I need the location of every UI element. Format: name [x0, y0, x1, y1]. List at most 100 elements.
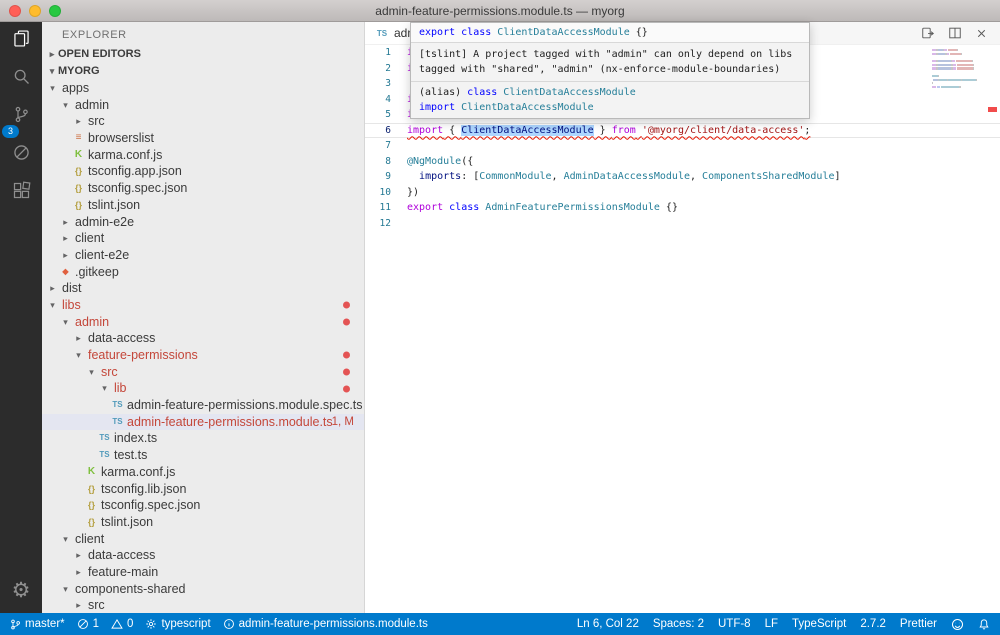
- code-token: import: [407, 125, 443, 136]
- status-notifications[interactable]: [978, 618, 990, 631]
- code-token: ;: [804, 125, 810, 136]
- activity-explorer-button[interactable]: [0, 22, 42, 60]
- activity-bar: 3 ⚙: [0, 22, 42, 613]
- tree-item-dist[interactable]: ▸dist: [42, 280, 364, 297]
- open-changes-icon[interactable]: [921, 26, 935, 40]
- status-git-branch[interactable]: master*: [10, 618, 65, 631]
- status-encoding[interactable]: UTF-8: [718, 618, 751, 630]
- tree-item-karma.conf.js[interactable]: Kkarma.conf.js: [42, 147, 364, 164]
- tree-item-label: dist: [59, 280, 81, 297]
- ts-file-icon: TS: [111, 414, 124, 431]
- activity-extensions-button[interactable]: [0, 174, 42, 212]
- line-number: 8: [365, 154, 407, 170]
- tree-item-data-access[interactable]: ▸data-access: [42, 330, 364, 347]
- project-section[interactable]: ▾ MYORG: [42, 63, 364, 80]
- tree-item-browserslist[interactable]: ≡browserslist: [42, 130, 364, 147]
- tree-item-admin[interactable]: ▾admin: [42, 314, 364, 331]
- minimap[interactable]: [932, 49, 986, 93]
- activity-debug-button[interactable]: [0, 136, 42, 174]
- code-line-12[interactable]: 12: [365, 216, 1000, 232]
- code-token: ClientDataAccessModule: [503, 87, 635, 98]
- tree-item-tsconfig.spec.json[interactable]: {}tsconfig.spec.json: [42, 497, 364, 514]
- status-eol[interactable]: LF: [765, 618, 778, 630]
- code-token: ClientDataAccessModule: [497, 27, 629, 38]
- code-line-6[interactable]: 6import { ClientDataAccessModule } from …: [365, 123, 1000, 139]
- tree-item-tslint.json[interactable]: {}tslint.json: [42, 514, 364, 531]
- ts-file-icon: TS: [98, 430, 111, 447]
- tree-item-label: components-shared: [72, 581, 185, 598]
- status-cursor-position[interactable]: Ln 6, Col 22: [577, 618, 639, 630]
- tree-item-.gitkeep[interactable]: ◆.gitkeep: [42, 264, 364, 281]
- split-editor-icon[interactable]: [948, 26, 962, 40]
- code-line-8[interactable]: 8@NgModule({: [365, 154, 1000, 170]
- tree-item-src[interactable]: ▾src: [42, 364, 364, 381]
- status-active-file-info[interactable]: admin-feature-permissions.module.ts: [223, 618, 428, 630]
- code-line-7[interactable]: 7: [365, 138, 1000, 154]
- tree-item-lib[interactable]: ▾lib: [42, 380, 364, 397]
- tree-item-libs[interactable]: ▾libs: [42, 297, 364, 314]
- minimap-line: [932, 56, 986, 58]
- tree-item-src[interactable]: ▸src: [42, 113, 364, 130]
- tree-item-components-shared[interactable]: ▾components-shared: [42, 581, 364, 598]
- tree-item-admin[interactable]: ▾admin: [42, 97, 364, 114]
- tree-item-label: admin-e2e: [72, 214, 134, 231]
- code-token: {: [443, 125, 461, 136]
- tree-item-admin-e2e[interactable]: ▸admin-e2e: [42, 214, 364, 231]
- tree-item-client[interactable]: ▸client: [42, 230, 364, 247]
- status-indentation[interactable]: Spaces: 2: [653, 618, 704, 630]
- vscode-window: admin-feature-permissions.module.ts — my…: [0, 0, 1000, 635]
- tree-item-feature-permissions[interactable]: ▾feature-permissions: [42, 347, 364, 364]
- modified-dot: [343, 318, 350, 325]
- settings-gear-icon[interactable]: ⚙: [12, 578, 31, 603]
- code-line-11[interactable]: 11export class AdminFeaturePermissionsMo…: [365, 200, 1000, 216]
- tree-item-admin-feature-permissions.module.spec.ts[interactable]: TSadmin-feature-permissions.module.spec.…: [42, 397, 364, 414]
- tree-item-tsconfig.spec.json[interactable]: {}tsconfig.spec.json: [42, 180, 364, 197]
- tree-item-label: karma.conf.js: [98, 464, 175, 481]
- tree-item-tsconfig.lib.json[interactable]: {}tsconfig.lib.json: [42, 481, 364, 498]
- status-language-mode[interactable]: TypeScript: [792, 618, 846, 630]
- tree-item-test.ts[interactable]: TStest.ts: [42, 447, 364, 464]
- tree-item-client-e2e[interactable]: ▸client-e2e: [42, 247, 364, 264]
- warning-icon: [111, 618, 123, 630]
- error-icon: [77, 618, 89, 630]
- ts-file-icon: TS: [98, 447, 111, 464]
- tree-item-client[interactable]: ▾client: [42, 531, 364, 548]
- tree-item-index.ts[interactable]: TSindex.ts: [42, 430, 364, 447]
- tree-item-apps[interactable]: ▾apps: [42, 80, 364, 97]
- activity-search-button[interactable]: [0, 60, 42, 98]
- code-text: import { ClientDataAccessModule } from '…: [407, 123, 810, 139]
- editor-body[interactable]: 1import { NgModule } from '@angular/core…: [365, 45, 1000, 613]
- tree-item-admin-feature-permissions.module.ts[interactable]: TSadmin-feature-permissions.module.ts1, …: [42, 414, 364, 431]
- status-feedback[interactable]: [951, 618, 964, 631]
- code-token: ,: [552, 171, 564, 182]
- chevron-right-icon: ▸: [59, 230, 72, 247]
- status-ts-version[interactable]: 2.7.2: [860, 618, 886, 630]
- minimap-line: [932, 75, 986, 77]
- activity-source-control-button[interactable]: 3: [0, 98, 42, 136]
- status-tslint-status[interactable]: typescript: [145, 618, 210, 630]
- minimize-window-button[interactable]: [29, 5, 41, 17]
- search-icon: [11, 66, 32, 92]
- extensions-icon: [11, 180, 32, 206]
- tree-item-label: tsconfig.lib.json: [98, 481, 186, 498]
- status-formatter[interactable]: Prettier: [900, 618, 937, 630]
- status-errors[interactable]: 1: [77, 618, 99, 630]
- tree-item-feature-main[interactable]: ▸feature-main: [42, 564, 364, 581]
- open-editors-section[interactable]: ▸ OPEN EDITORS: [42, 46, 364, 63]
- hover-lint-message: [tslint] A project tagged with "admin" c…: [411, 43, 809, 82]
- code-line-9[interactable]: 9 imports: [CommonModule, AdminDataAcces…: [365, 169, 1000, 185]
- zoom-window-button[interactable]: [49, 5, 61, 17]
- close-editor-icon[interactable]: [975, 27, 988, 40]
- tree-item-label: index.ts: [111, 430, 157, 447]
- status-warnings[interactable]: 0: [111, 618, 133, 630]
- tree-item-tslint.json[interactable]: {}tslint.json: [42, 197, 364, 214]
- chevron-right-icon: ▸: [72, 330, 85, 347]
- minimap-token: [957, 49, 958, 51]
- code-line-10[interactable]: 10}): [365, 185, 1000, 201]
- tree-item-data-access[interactable]: ▸data-access: [42, 547, 364, 564]
- close-window-button[interactable]: [9, 5, 21, 17]
- chevron-right-icon: ▸: [59, 214, 72, 231]
- tree-item-karma.conf.js[interactable]: Kkarma.conf.js: [42, 464, 364, 481]
- tree-item-src[interactable]: ▸src: [42, 597, 364, 613]
- tree-item-tsconfig.app.json[interactable]: {}tsconfig.app.json: [42, 163, 364, 180]
